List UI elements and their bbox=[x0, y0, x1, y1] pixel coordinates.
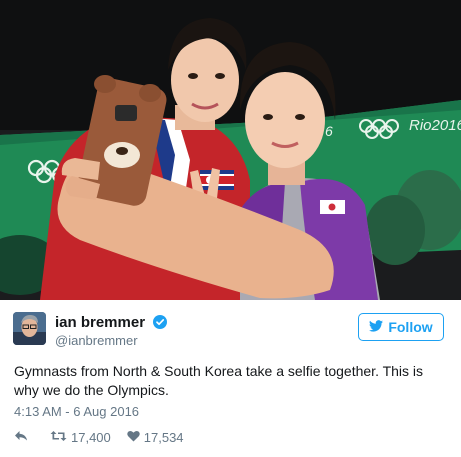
follow-label: Follow bbox=[388, 319, 433, 335]
reply-icon bbox=[14, 430, 28, 445]
tweet-timestamp[interactable]: 4:13 AM - 6 Aug 2016 bbox=[14, 404, 139, 419]
avatar[interactable] bbox=[13, 312, 46, 345]
reply-button[interactable] bbox=[14, 430, 28, 445]
tweet-card: ian bremmer @ianbremmer Follow Gymnasts … bbox=[0, 300, 461, 457]
heart-icon bbox=[127, 430, 140, 445]
twitter-bird-icon bbox=[369, 319, 384, 335]
retweet-count: 17,400 bbox=[71, 429, 111, 445]
follow-button[interactable]: Follow bbox=[358, 313, 444, 341]
retweet-button[interactable]: 17,400 bbox=[50, 430, 111, 445]
rio2016-banner-text: Rio2016 bbox=[409, 117, 461, 134]
display-name[interactable]: ian bremmer bbox=[55, 314, 168, 333]
retweet-icon bbox=[50, 430, 67, 445]
tweet-text: Gymnasts from North & South Korea take a… bbox=[14, 363, 424, 398]
like-button[interactable]: 17,534 bbox=[127, 430, 184, 445]
selfie-image: 6 Rio2016 bbox=[0, 0, 461, 300]
like-count: 17,534 bbox=[143, 429, 184, 445]
verified-badge-icon bbox=[153, 315, 168, 333]
user-handle[interactable]: @ianbremmer bbox=[55, 333, 138, 348]
tweet-photo[interactable]: 6 Rio2016 bbox=[0, 0, 461, 300]
display-name-text: ian bremmer bbox=[55, 314, 146, 331]
avatar-image bbox=[13, 312, 46, 345]
tweet-actions: 17,400 17,534 bbox=[14, 429, 184, 445]
rings-number-text: 6 bbox=[325, 123, 333, 139]
